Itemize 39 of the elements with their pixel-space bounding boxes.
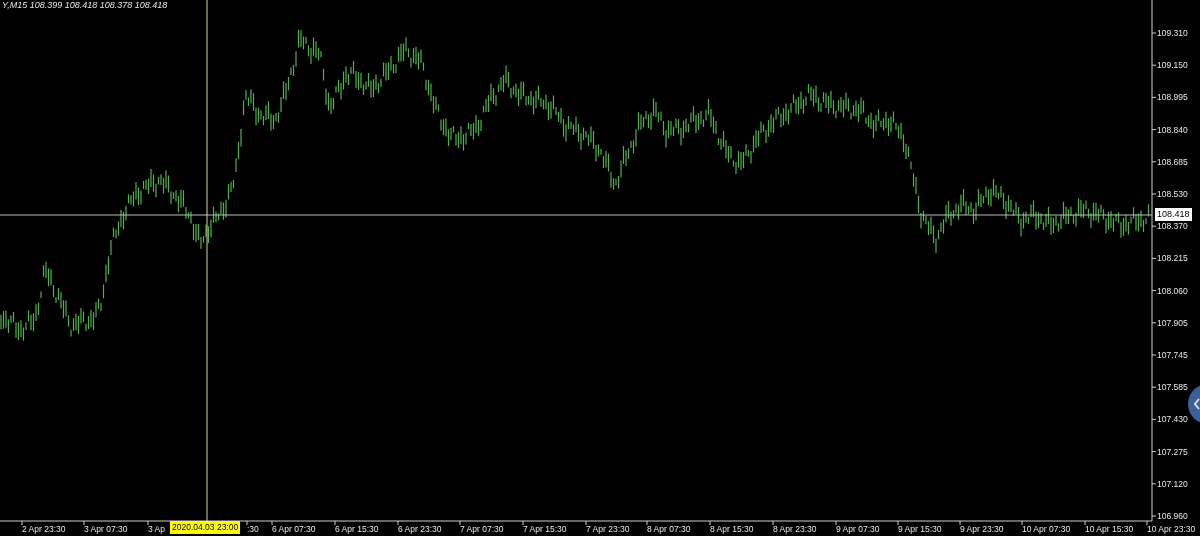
price-label: 107.275 — [1157, 445, 1188, 459]
time-label: 8 Apr 23:30 — [773, 523, 817, 535]
price-label: 108.215 — [1157, 252, 1188, 266]
price-label: 106.960 — [1157, 510, 1188, 523]
price-label: 108.995 — [1157, 91, 1188, 105]
price-label: 108.060 — [1157, 284, 1188, 298]
time-label: 10 Apr 15:30 — [1085, 523, 1134, 535]
price-label: 107.430 — [1157, 413, 1188, 427]
price-label: 108.530 — [1157, 188, 1188, 201]
current-price-tag: 108.418 — [1155, 208, 1192, 221]
crosshair-time-tag: 2020.04.03 23:00 — [170, 521, 241, 534]
price-label: 108.370 — [1157, 220, 1188, 234]
time-label: 9 Apr 15:30 — [898, 523, 942, 535]
chart-header: Y,M15 108.399 108.418 108.378 108.418 — [2, 0, 168, 10]
time-label: 7 Apr 07:30 — [460, 523, 504, 535]
time-label: 8 Apr 07:30 — [647, 523, 691, 535]
time-label: 7 Apr 23:30 — [586, 523, 630, 535]
price-label: 108.685 — [1157, 155, 1188, 169]
price-label: 107.585 — [1157, 381, 1188, 395]
time-label: 10 Apr 23:30 — [1147, 523, 1196, 535]
time-label: 8 Apr 15:30 — [710, 523, 754, 535]
price-label: 109.310 — [1157, 27, 1188, 40]
time-label: 9 Apr 23:30 — [960, 523, 1004, 535]
price-label: 108.840 — [1157, 123, 1188, 137]
time-label: 7 Apr 15:30 — [523, 523, 567, 535]
time-label: 3 Apr 07:30 — [84, 523, 128, 535]
time-label: 3 Ap — [148, 523, 166, 535]
chevron-left-icon — [1193, 398, 1200, 410]
price-label: 107.905 — [1157, 316, 1188, 330]
price-label: 107.120 — [1157, 477, 1188, 491]
time-label: 6 Apr 07:30 — [272, 523, 316, 535]
time-label: 2 Apr 23:30 — [22, 523, 66, 535]
price-label: 109.150 — [1157, 59, 1188, 73]
time-label: 6 Apr 15:30 — [335, 523, 379, 535]
time-label: 10 Apr 07:30 — [1022, 523, 1071, 535]
time-label: 6 Apr 23:30 — [398, 523, 442, 535]
price-label: 107.745 — [1157, 349, 1188, 362]
time-label: :30 — [247, 523, 259, 535]
time-label: 9 Apr 07:30 — [836, 523, 880, 535]
